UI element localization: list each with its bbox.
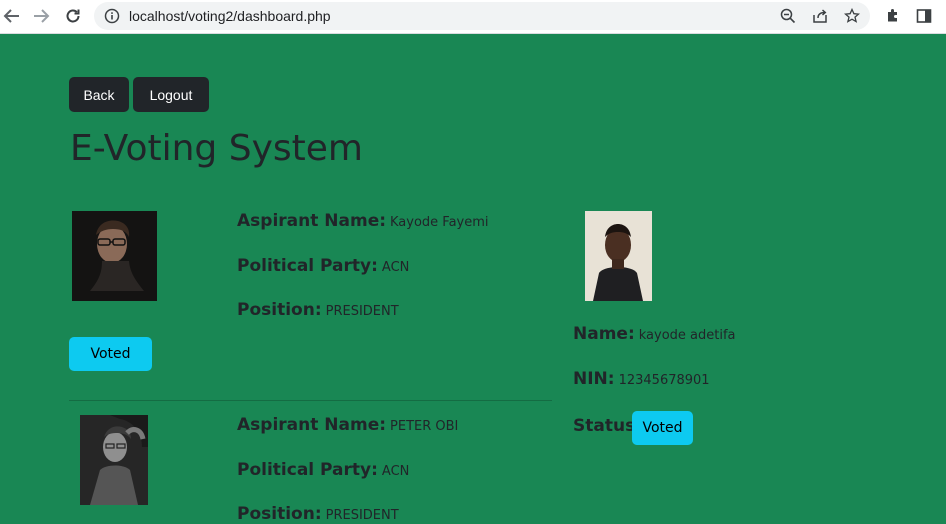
voter-photo xyxy=(585,211,652,301)
browser-toolbar: localhost/voting2/dashboard.php xyxy=(0,0,946,34)
aspirant-name-label: Aspirant Name: xyxy=(237,415,387,435)
candidate-2-name-row: Aspirant Name: PETER OBI xyxy=(237,415,458,435)
back-button[interactable]: Back xyxy=(69,77,129,112)
aspirant-name-value: Kayode Fayemi xyxy=(390,215,489,230)
logout-button[interactable]: Logout xyxy=(133,77,209,112)
page-title: E-Voting System xyxy=(70,128,363,169)
address-bar[interactable]: localhost/voting2/dashboard.php xyxy=(94,2,870,30)
political-party-value: ACN xyxy=(381,464,410,479)
extensions-icon[interactable] xyxy=(882,5,904,27)
candidate-1-name-row: Aspirant Name: Kayode Fayemi xyxy=(237,211,489,231)
back-arrow-icon[interactable] xyxy=(0,4,24,28)
political-party-value: ACN xyxy=(381,260,410,275)
position-label: Position: xyxy=(237,504,322,524)
aspirant-name-label: Aspirant Name: xyxy=(237,211,387,231)
bookmark-star-icon[interactable] xyxy=(842,6,862,26)
candidate-1-party-row: Political Party: ACN xyxy=(237,256,409,276)
candidate-2-party-row: Political Party: ACN xyxy=(237,460,409,480)
info-icon[interactable] xyxy=(102,6,122,26)
position-label: Position: xyxy=(237,300,322,320)
voter-nin-row: NIN: 12345678901 xyxy=(573,369,710,389)
voter-status-badge[interactable]: Voted xyxy=(632,411,693,445)
position-value: PRESIDENT xyxy=(325,304,399,319)
url-text[interactable]: localhost/voting2/dashboard.php xyxy=(129,8,331,24)
candidate-photo-1 xyxy=(72,211,157,301)
dashboard-page: Back Logout E-Voting System Aspirant Nam… xyxy=(0,34,946,524)
candidate-2-position-row: Position: PRESIDENT xyxy=(237,504,399,524)
zoom-icon[interactable] xyxy=(778,6,798,26)
political-party-label: Political Party: xyxy=(237,460,378,480)
voter-name-label: Name: xyxy=(573,324,635,344)
position-value: PRESIDENT xyxy=(325,508,399,523)
aspirant-name-value: PETER OBI xyxy=(390,419,459,434)
forward-arrow-icon[interactable] xyxy=(29,4,53,28)
voted-button[interactable]: Voted xyxy=(69,337,152,371)
voter-nin-label: NIN: xyxy=(573,369,615,389)
candidate-1-position-row: Position: PRESIDENT xyxy=(237,300,399,320)
voter-nin-value: 12345678901 xyxy=(618,373,710,388)
voter-name-value: kayode adetifa xyxy=(638,328,736,343)
candidate-photo-2 xyxy=(80,415,148,505)
share-icon[interactable] xyxy=(810,6,830,26)
side-panel-icon[interactable] xyxy=(913,5,935,27)
candidate-divider xyxy=(69,400,552,401)
reload-icon[interactable] xyxy=(61,4,85,28)
political-party-label: Political Party: xyxy=(237,256,378,276)
voter-name-row: Name: kayode adetifa xyxy=(573,324,736,344)
